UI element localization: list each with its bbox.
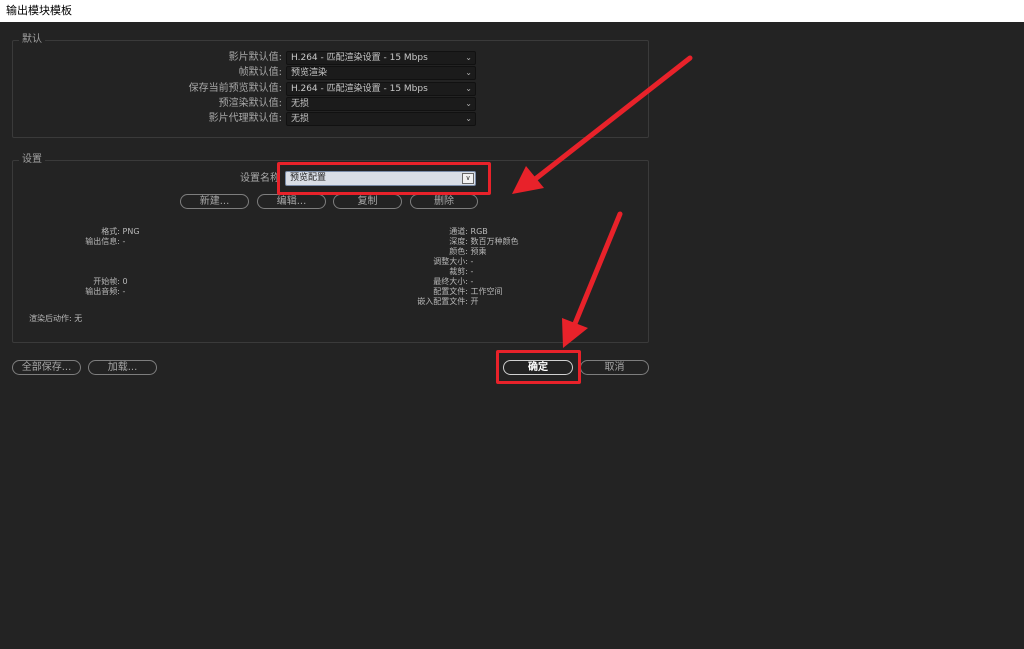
arrow-to-ok-icon: [562, 211, 623, 348]
annotation-arrows: [512, 55, 693, 348]
arrow-to-preset-icon: [512, 55, 693, 194]
